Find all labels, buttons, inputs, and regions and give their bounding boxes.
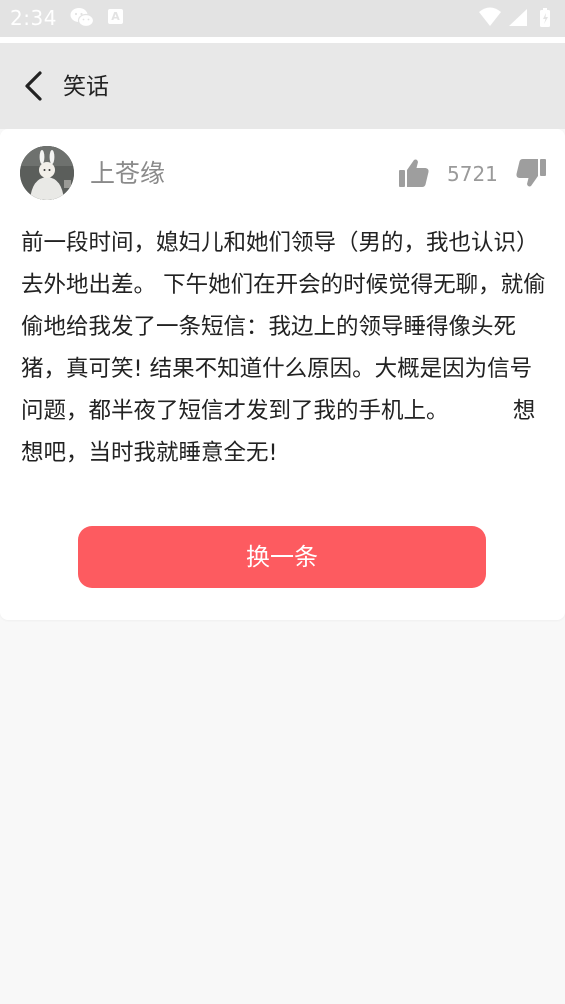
joke-card: 上苍缘 5721 前一段时间，媳妇儿和她们领导（男的，我也认识）去外地出差。 下…	[0, 129, 565, 620]
thumbs-down-icon	[516, 159, 546, 187]
chevron-left-icon	[25, 71, 42, 101]
battery-icon	[540, 8, 550, 27]
wechat-icon	[70, 8, 94, 28]
avatar-image	[20, 146, 74, 200]
next-joke-button[interactable]: 换一条	[78, 526, 486, 588]
back-button[interactable]	[14, 66, 54, 106]
wifi-icon	[479, 7, 501, 26]
dislike-button[interactable]	[515, 157, 547, 189]
joke-text: 前一段时间，媳妇儿和她们领导（男的，我也认识）去外地出差。 下午她们在开会的时候…	[21, 230, 546, 466]
thumbs-up-icon	[399, 159, 429, 187]
status-right-icons	[479, 7, 550, 27]
author-name: 上苍缘	[90, 159, 166, 188]
status-bar: 2:34 A	[0, 0, 565, 37]
status-time: 2:34	[10, 6, 57, 30]
a-icon: A	[108, 9, 123, 24]
app-bar: 笑话	[0, 43, 565, 129]
cellular-signal-icon	[509, 9, 527, 26]
avatar[interactable]	[20, 146, 74, 200]
like-button[interactable]	[398, 157, 430, 189]
page-title: 笑话	[63, 74, 109, 100]
like-count: 5721	[447, 162, 498, 186]
